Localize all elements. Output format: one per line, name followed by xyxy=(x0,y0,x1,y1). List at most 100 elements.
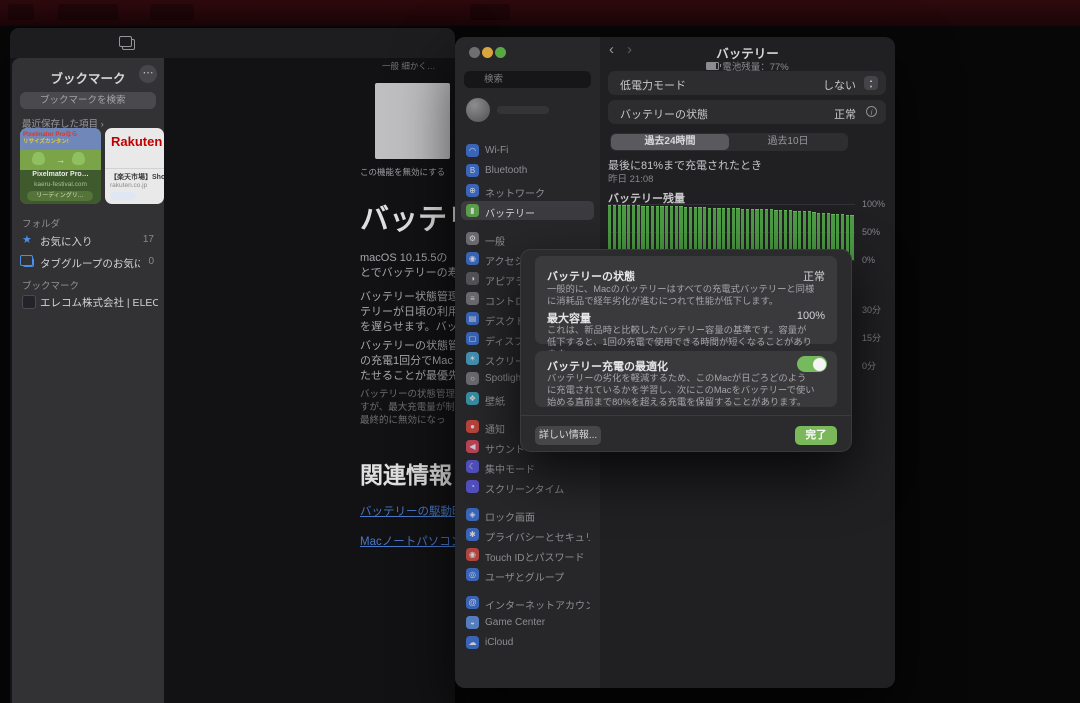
bell-icon: ● xyxy=(466,420,479,433)
more-info-button[interactable]: 詳しい情報... xyxy=(535,426,601,445)
wallpaper-icon: ❖ xyxy=(466,392,479,405)
sidebar-item-network[interactable]: ⊕ネットワーク xyxy=(461,181,594,200)
bookmark-row-elecom[interactable]: エレコム株式会社 | ELEC… xyxy=(16,291,160,311)
sidebar-item-icloud[interactable]: ☁ iCloud xyxy=(461,633,594,652)
article-paragraph: macOS 10.15.5の とでバッテリーの寿命 xyxy=(360,251,455,281)
menu-item-blur xyxy=(150,4,194,20)
safari-window: ブックマーク ⋯ ブックマークを検索 最近保存した項目 › Pixelmator… xyxy=(10,28,455,703)
page-top-nav: 一般 細かく… xyxy=(382,60,435,72)
sidebar-item-users-groups[interactable]: ◎ユーザとグループ xyxy=(461,565,594,584)
appearance-icon: ◑ xyxy=(466,272,479,285)
fingerprint-icon: ◉ xyxy=(466,548,479,561)
sidebar-item-label: 一般 xyxy=(485,233,505,248)
sidebar-item-label: Spotlight xyxy=(485,373,524,384)
menu-item-blur xyxy=(470,4,510,20)
card-footer: Pixelmator Pro… kaeru-festival.com リーディン… xyxy=(20,170,101,204)
segment-24h[interactable]: 過去24時間 xyxy=(611,134,729,150)
gear-icon: ⚙ xyxy=(466,232,479,245)
sidebar-item-label: Wi-Fi xyxy=(485,145,508,156)
safari-toolbar xyxy=(10,28,455,58)
sidebar-item-touch-id[interactable]: ◉Touch IDとパスワード xyxy=(461,545,594,564)
article-link[interactable]: Macノートパソコンの xyxy=(360,533,455,549)
sidebar-item-label: ユーザとグループ xyxy=(485,569,564,584)
bluetooth-icon: B xyxy=(466,164,479,177)
folder-row-tabgroup-favorites[interactable]: タブグループのお気に入り 0 xyxy=(16,252,160,272)
bookmarks-search-input[interactable]: ブックマークを検索 xyxy=(20,92,156,109)
article-note: バッテリーの状態管理が すが、最大充電量が制限 最終的に無効になっ xyxy=(360,388,455,427)
sidebar-item-wifi[interactable]: ◠Wi-Fi xyxy=(461,141,594,160)
battery-health-row: バッテリーの状態 正常 i xyxy=(608,100,886,124)
person-circle-icon: ◉ xyxy=(466,252,479,265)
row-label: 低電力モード xyxy=(620,77,686,93)
divider xyxy=(105,168,164,169)
bookmark-label: エレコム株式会社 | ELEC… xyxy=(40,295,158,310)
sidebar-item-bluetooth[interactable]: BBluetooth xyxy=(461,161,594,180)
sidebar-item-focus[interactable]: ☾集中モード xyxy=(461,457,594,476)
related-heading: 関連情報 xyxy=(360,456,452,490)
minimize-button[interactable] xyxy=(482,47,493,58)
bookmark-name: Pixelmator Pro… xyxy=(20,171,101,178)
last-charge-time: 昨日 21:08 xyxy=(608,171,653,185)
tab-group-icon xyxy=(23,258,34,267)
y-axis-tick: 15分 xyxy=(862,331,881,344)
row-label: バッテリーの状態 xyxy=(620,106,708,122)
sidebar-item-privacy[interactable]: ✱プライバシーとセキュリティ xyxy=(461,525,594,544)
sidebar-item-lock-screen[interactable]: ◈ロック画面 xyxy=(461,505,594,524)
dialog-section-desc: 一般的に、Macのバッテリーはすべての充電式バッテリーと同様に消耗品で経年劣化が… xyxy=(547,283,815,307)
menu-bar xyxy=(0,0,1080,26)
sidebar-item-label: iCloud xyxy=(485,637,513,648)
settings-search-input[interactable]: 検索 xyxy=(464,71,591,88)
row-value: 正常 xyxy=(834,106,856,122)
sidebar-item-game-center[interactable]: ◒Game Center xyxy=(461,613,594,632)
article-paragraph: バッテリーの状態管理 の充電1回分でMac たせることが最優先な xyxy=(360,339,455,384)
y-axis-tick: 50% xyxy=(862,227,880,237)
bookmark-domain: rakuten.co.jp xyxy=(110,182,147,189)
bookmark-card-pixelmator[interactable]: Pixelmator Proなら リサイズカンタン! → Pixelmator … xyxy=(20,128,101,204)
info-icon[interactable]: i xyxy=(866,106,877,117)
tab-overview-icon[interactable] xyxy=(122,39,135,50)
article-image xyxy=(375,83,450,159)
bookmark-domain: kaeru-festival.com xyxy=(20,181,101,188)
menu-item-blur xyxy=(8,4,34,20)
desktop: ブックマーク ⋯ ブックマークを検索 最近保存した項目 › Pixelmator… xyxy=(0,0,1080,703)
low-power-mode-row: 低電力モード しない ▴▾ xyxy=(608,71,886,95)
webpage-content: 一般 細かく… この機能を無効にする バッテリー macOS 10.15.5の … xyxy=(164,58,455,703)
article-paragraph: バッテリー状態管理の テリーが日頃の利用状 を遅らせます。バッテ xyxy=(360,290,455,335)
folder-count: 17 xyxy=(143,234,154,245)
sidebar-item-label: 壁紙 xyxy=(485,393,505,408)
avatar[interactable] xyxy=(466,98,490,122)
dialog-section-value: 正常 xyxy=(803,268,825,284)
zoom-button[interactable] xyxy=(495,47,506,58)
dropdown-stepper-icon[interactable]: ▴▾ xyxy=(864,76,878,90)
hourglass-icon: ◔ xyxy=(466,480,479,493)
cloud-icon: ☁ xyxy=(466,636,479,649)
sidebar-item-label: 通知 xyxy=(485,421,505,436)
arrow-right-icon: → xyxy=(56,155,65,165)
avatar-name xyxy=(497,106,549,114)
battery-icon: ▮ xyxy=(466,204,479,217)
sidebar-item-screen-time[interactable]: ◔ スクリーンタイム xyxy=(461,477,594,496)
battery-health-dialog: バッテリーの状態 正常 一般的に、Macのバッテリーはすべての充電式バッテリーと… xyxy=(520,249,852,452)
more-options-button[interactable]: ⋯ xyxy=(139,65,157,83)
close-button[interactable] xyxy=(469,47,480,58)
bookmarks-sidebar: ブックマーク ⋯ ブックマークを検索 最近保存した項目 › Pixelmator… xyxy=(12,58,164,703)
done-button[interactable]: 完了 xyxy=(795,426,837,445)
sidebar-item-internet-accounts[interactable]: @インターネットアカウント xyxy=(461,593,594,612)
folder-label: タブグループのお気に入り xyxy=(40,256,140,271)
rakuten-logo: Rakuten xyxy=(111,134,162,149)
segment-10d[interactable]: 過去10日 xyxy=(729,134,847,150)
y-axis-tick: 100% xyxy=(862,199,885,209)
hand-icon: ✱ xyxy=(466,528,479,541)
site-favicon xyxy=(22,295,36,309)
bookmark-card-rakuten[interactable]: Rakuten 【楽天市場】Sho… rakuten.co.jp xyxy=(105,128,164,204)
article-link[interactable]: バッテリーの駆動時間 xyxy=(360,503,455,519)
dialog-divider xyxy=(521,415,851,416)
folder-row-favorites[interactable]: ★ お気に入り 17 xyxy=(16,230,160,250)
sidebar-item-battery[interactable]: ▮バッテリー xyxy=(461,201,594,220)
sidebar-item-label: スクリーンタイム xyxy=(485,481,564,496)
sidebar-item-general[interactable]: ⚙ 一般 xyxy=(461,229,594,248)
bookmark-name: 【楽天市場】Sho… xyxy=(110,172,164,182)
optimized-charging-toggle[interactable] xyxy=(797,356,827,372)
screensaver-icon: ✶ xyxy=(466,352,479,365)
globe-icon: ⊕ xyxy=(466,184,479,197)
